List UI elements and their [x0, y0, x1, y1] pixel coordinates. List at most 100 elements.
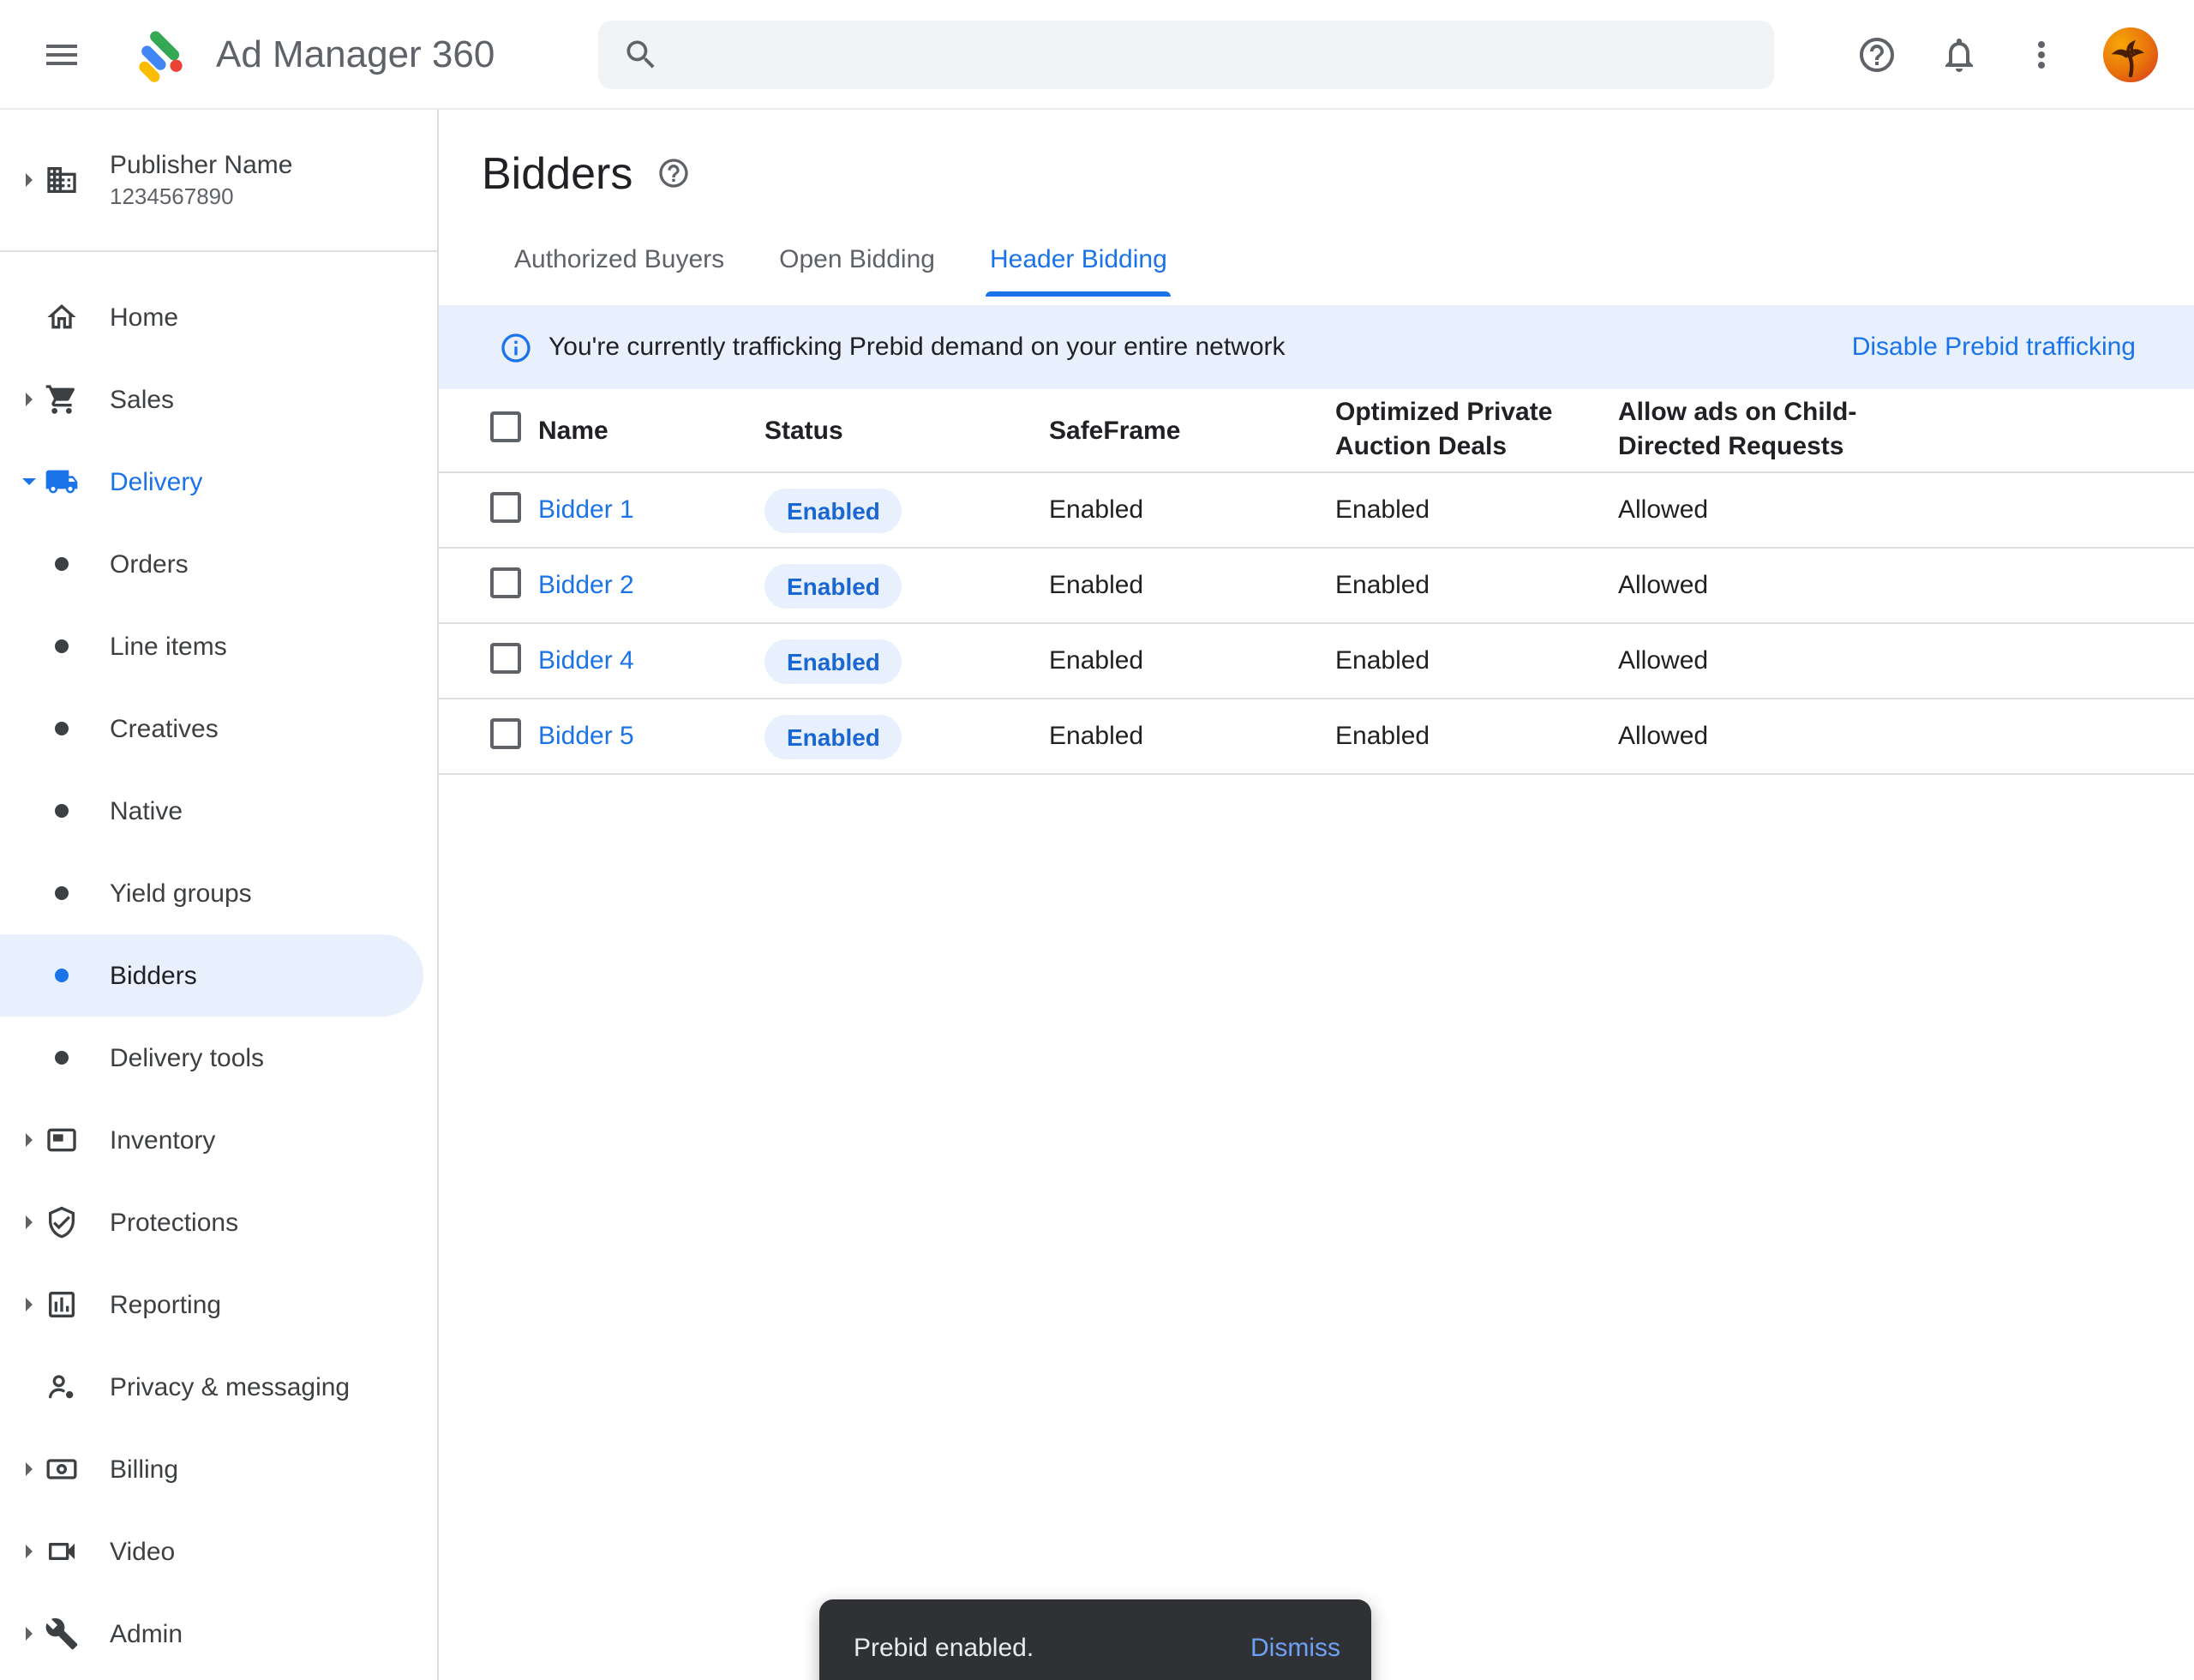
sidebar-item-label: Sales [110, 385, 174, 414]
optimized-private-auction-deals-cell: Enabled [1335, 646, 1618, 675]
snackbar-message: Prebid enabled. [854, 1633, 1034, 1662]
account-avatar[interactable] [2103, 27, 2158, 82]
child-directed-cell: Allowed [1618, 571, 2194, 600]
disable-prebid-link[interactable]: Disable Prebid trafficking [1852, 333, 2136, 362]
sidebar-item-admin[interactable]: Admin [0, 1593, 439, 1675]
tab-header-bidding[interactable]: Header Bidding [962, 245, 1195, 297]
help-icon[interactable] [1856, 34, 1897, 75]
bullet-icon [55, 969, 69, 982]
child-directed-cell: Allowed [1618, 722, 2194, 751]
table-rows: Bidder 1 Enabled Enabled Enabled Allowed… [439, 473, 2194, 775]
column-header-status: Status [764, 416, 1049, 445]
shopping-cart-icon [41, 382, 82, 417]
tab-open-bidding[interactable]: Open Bidding [752, 245, 962, 297]
bullet-icon [55, 804, 69, 818]
sidebar-item-home[interactable]: Home [0, 276, 439, 358]
sidebar-item-label: Home [110, 303, 178, 332]
sidebar-item-creatives[interactable]: Creatives [0, 687, 439, 770]
optimized-private-auction-deals-cell: Enabled [1335, 722, 1618, 751]
sidebar-item-label: Video [110, 1537, 175, 1566]
wrench-icon [41, 1617, 82, 1651]
sidebar-item-label: Inventory [110, 1125, 215, 1155]
sidebar-item-label: Orders [110, 549, 189, 579]
sidebar-item-native[interactable]: Native [0, 770, 439, 852]
ad-manager-logo-icon [134, 25, 192, 83]
table-row: Bidder 2 Enabled Enabled Enabled Allowed [439, 549, 2194, 624]
shield-check-icon [41, 1205, 82, 1239]
page-title: Bidders [482, 142, 632, 204]
sidebar-item-inventory[interactable]: Inventory [0, 1099, 439, 1181]
sidebar-item-protections[interactable]: Protections [0, 1181, 439, 1263]
page-help-icon[interactable] [656, 156, 691, 190]
column-header-safeframe: SafeFrame [1049, 416, 1335, 445]
sidebar-item-orders[interactable]: Orders [0, 523, 439, 605]
bidder-name-link[interactable]: Bidder 2 [538, 571, 634, 600]
optimized-private-auction-deals-cell: Enabled [1335, 495, 1618, 525]
sidebar-item-delivery[interactable]: Delivery [0, 441, 439, 523]
column-header-opa: Optimized Private Auction Deals [1335, 396, 1618, 465]
bullet-icon [55, 886, 69, 900]
sidebar-item-bidders[interactable]: Bidders [0, 934, 423, 1017]
top-app-bar: Ad Manager 360 [0, 0, 2194, 110]
optimized-private-auction-deals-cell: Enabled [1335, 571, 1618, 600]
expand-arrow-icon [17, 173, 41, 187]
tab-authorized-buyers[interactable]: Authorized Buyers [487, 245, 752, 297]
expand-arrow-icon [17, 1133, 41, 1147]
row-checkbox[interactable] [490, 567, 521, 597]
bidder-name-link[interactable]: Bidder 1 [538, 495, 634, 525]
sidebar-item-label: Admin [110, 1619, 183, 1648]
search-bar[interactable] [598, 21, 1774, 89]
sidebar-item-reporting[interactable]: Reporting [0, 1263, 439, 1346]
bullet-icon [55, 557, 69, 571]
expand-arrow-icon [17, 1627, 41, 1641]
sidebar-item-label: Creatives [110, 714, 219, 743]
table-row: Bidder 1 Enabled Enabled Enabled Allowed [439, 473, 2194, 549]
sidebar-item-label: Privacy & messaging [110, 1372, 350, 1401]
status-badge: Enabled [764, 714, 902, 759]
publisher-id: 1234567890 [110, 182, 292, 211]
sidebar-item-yield-groups[interactable]: Yield groups [0, 852, 439, 934]
sidebar-item-line-items[interactable]: Line items [0, 605, 439, 687]
sidebar-item-video[interactable]: Video [0, 1510, 439, 1593]
sidebar-item-label: Reporting [110, 1290, 221, 1319]
row-checkbox[interactable] [490, 491, 521, 522]
dismiss-button[interactable]: Dismiss [1250, 1633, 1340, 1662]
notifications-bell-icon[interactable] [1939, 34, 1980, 75]
sidebar-item-sales[interactable]: Sales [0, 358, 439, 441]
menu-icon[interactable] [41, 33, 82, 75]
sidebar-item-delivery-tools[interactable]: Delivery tools [0, 1017, 439, 1099]
snackbar: Prebid enabled. Dismiss [819, 1599, 1371, 1680]
info-icon [499, 330, 533, 364]
search-input[interactable] [677, 40, 1750, 69]
expand-arrow-icon [17, 393, 41, 406]
sidebar-item-privacy-messaging[interactable]: Privacy & messaging [0, 1346, 439, 1428]
row-checkbox[interactable] [490, 717, 521, 748]
sidebar-item-label: Delivery tools [110, 1043, 264, 1072]
main-content: Bidders Authorized Buyers Open Bidding H… [439, 110, 2194, 1680]
search-icon [622, 36, 660, 74]
sidebar-item-label: Yield groups [110, 879, 252, 908]
bidder-name-link[interactable]: Bidder 5 [538, 722, 634, 751]
topbar-actions [1856, 0, 2158, 110]
publisher-selector[interactable]: Publisher Name 1234567890 [0, 110, 437, 252]
child-directed-cell: Allowed [1618, 646, 2194, 675]
column-header-name: Name [538, 416, 764, 445]
sidebar-item-billing[interactable]: Billing [0, 1428, 439, 1510]
safeframe-cell: Enabled [1049, 571, 1335, 600]
product-logo-link[interactable]: Ad Manager 360 [134, 25, 495, 83]
bidder-name-link[interactable]: Bidder 4 [538, 646, 634, 675]
tab-bar: Authorized Buyers Open Bidding Header Bi… [487, 245, 2194, 297]
select-all-checkbox[interactable] [490, 411, 521, 442]
row-checkbox[interactable] [490, 642, 521, 673]
banner-message: You're currently trafficking Prebid dema… [548, 333, 1286, 362]
expand-arrow-icon [17, 1215, 41, 1229]
sidebar-nav: Home Sales Delivery [0, 252, 437, 1675]
collapse-arrow-icon [17, 475, 41, 489]
truck-icon [41, 465, 82, 499]
publisher-building-icon [41, 163, 82, 197]
more-options-icon[interactable] [2021, 34, 2062, 75]
safeframe-cell: Enabled [1049, 646, 1335, 675]
ad-manager-app: Ad Manager 360 [0, 0, 2194, 1680]
sidebar-item-label: Protections [110, 1208, 238, 1237]
sidebar-item-label: Billing [110, 1455, 178, 1484]
